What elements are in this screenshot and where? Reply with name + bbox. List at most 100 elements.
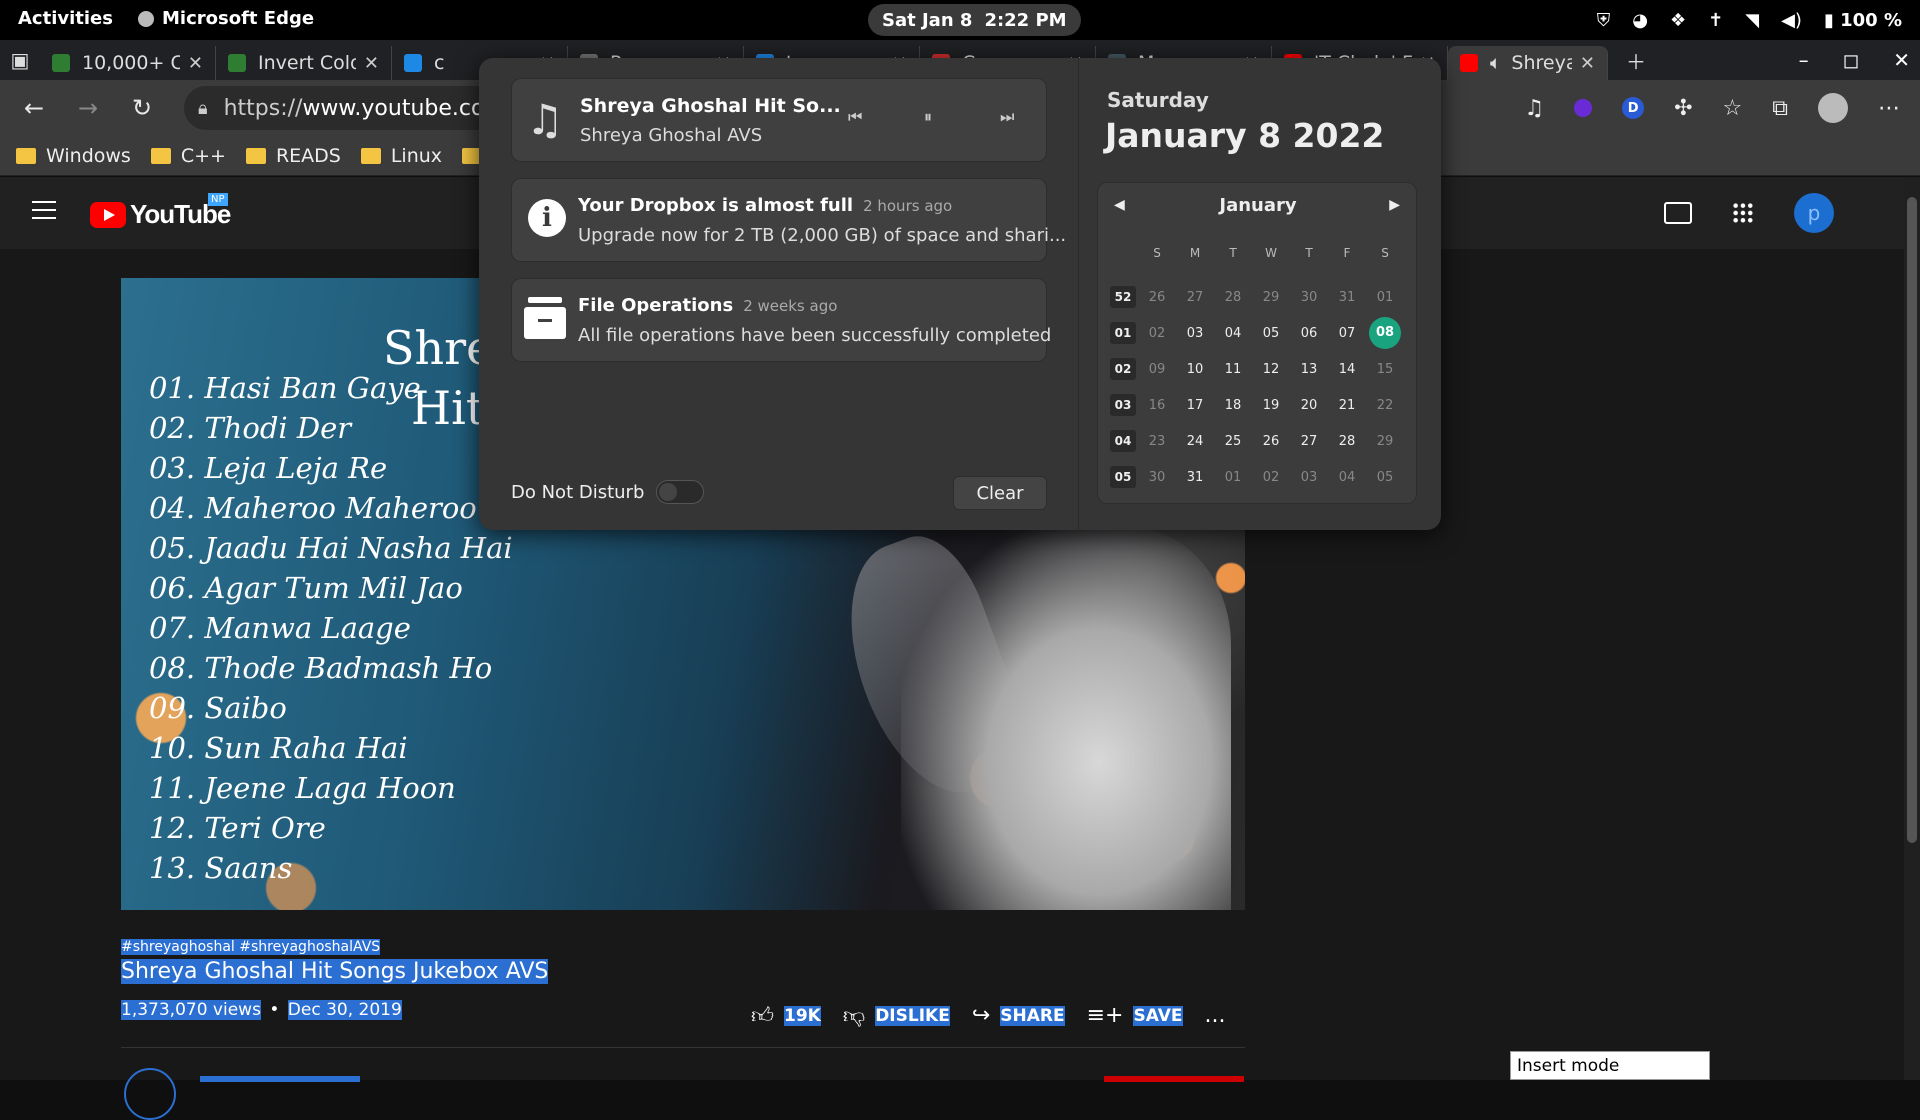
- bookmark-folder[interactable]: C++: [150, 145, 226, 167]
- channel-name-selection[interactable]: [200, 1076, 360, 1082]
- tab-close-icon[interactable]: ✕: [188, 53, 203, 74]
- calendar-day[interactable]: 28: [1214, 290, 1252, 305]
- calendar-day[interactable]: 02: [1252, 470, 1290, 485]
- clock-button[interactable]: Sat Jan 8 2:22 PM: [868, 4, 1081, 36]
- calendar-day[interactable]: 21: [1328, 398, 1366, 413]
- previous-track-icon[interactable]: ⏮︎: [848, 107, 862, 127]
- calendar-day[interactable]: 20: [1290, 398, 1328, 413]
- accessibility-icon[interactable]: ✝: [1708, 10, 1723, 31]
- calendar-day[interactable]: 16: [1138, 398, 1176, 413]
- calendar-day[interactable]: 17: [1176, 398, 1214, 413]
- tab-close-icon[interactable]: ✕: [1580, 53, 1595, 74]
- apps-grid-icon[interactable]: [1732, 202, 1754, 224]
- calendar-day[interactable]: 26: [1252, 434, 1290, 449]
- next-month-icon[interactable]: ▶: [1389, 197, 1400, 213]
- calendar-day[interactable]: 31: [1176, 470, 1214, 485]
- next-track-icon[interactable]: ⏭︎: [1000, 107, 1014, 127]
- forward-icon[interactable]: →: [68, 88, 108, 128]
- calendar-day[interactable]: 12: [1252, 362, 1290, 377]
- shield-icon[interactable]: ⛨: [1597, 10, 1611, 31]
- calendar-day[interactable]: 14: [1328, 362, 1366, 377]
- tab-audio-icon[interactable]: 🔈︎: [1490, 52, 1501, 74]
- system-tray[interactable]: ⛨ ◕ ❖ ✝ ◥ ◀) ▮ 100 %: [1597, 0, 1902, 40]
- calendar-day[interactable]: 30: [1138, 470, 1176, 485]
- favorites-icon[interactable]: ☆: [1723, 96, 1743, 121]
- create-video-icon[interactable]: [1664, 202, 1692, 224]
- calendar-day[interactable]: 05: [1252, 326, 1290, 341]
- calendar-day[interactable]: 22: [1366, 398, 1404, 413]
- channel-avatar[interactable]: [124, 1068, 176, 1120]
- discord-icon[interactable]: ◕: [1632, 10, 1648, 31]
- browser-tab[interactable]: 10,000+ Co ✕: [40, 46, 216, 80]
- notification-file-operations[interactable]: File Operations 2 weeks ago All file oper…: [511, 278, 1051, 362]
- profile-avatar[interactable]: [1818, 93, 1848, 123]
- dislike-button[interactable]: 👎︎ DISLIKE: [843, 1002, 950, 1029]
- calendar-day[interactable]: 04: [1214, 326, 1252, 341]
- account-avatar[interactable]: p: [1794, 193, 1834, 233]
- minimize-icon[interactable]: –: [1799, 48, 1809, 72]
- notification-dropbox[interactable]: i Your Dropbox is almost full 2 hours ago…: [511, 178, 1066, 262]
- bookmark-folder[interactable]: READS: [245, 145, 341, 167]
- browser-tab[interactable]: 🔈︎ Shreya ✕: [1448, 46, 1608, 80]
- like-button[interactable]: 👍︎ 19K: [751, 1002, 821, 1029]
- calendar-day[interactable]: 09: [1138, 362, 1176, 377]
- calendar-day[interactable]: 29: [1366, 434, 1404, 449]
- extension-purple-icon[interactable]: [1574, 99, 1593, 117]
- calendar-day[interactable]: 28: [1328, 434, 1366, 449]
- do-not-disturb-toggle[interactable]: [656, 480, 705, 504]
- pause-icon[interactable]: ⏸︎: [924, 107, 932, 127]
- calendar-day[interactable]: 29: [1252, 290, 1290, 305]
- battery-indicator[interactable]: ▮ 100 %: [1824, 10, 1902, 31]
- calendar-day[interactable]: 03: [1176, 326, 1214, 341]
- new-tab-icon[interactable]: ＋: [1616, 40, 1656, 80]
- calendar-day[interactable]: 24: [1176, 434, 1214, 449]
- calendar-day[interactable]: 23: [1138, 434, 1176, 449]
- volume-icon[interactable]: ◀): [1781, 10, 1802, 31]
- calendar-day[interactable]: 10: [1176, 362, 1214, 377]
- calendar-day[interactable]: 30: [1290, 290, 1328, 305]
- hashtags[interactable]: #shreyaghoshal #shreyaghoshalAVS: [121, 939, 381, 955]
- save-button[interactable]: ≡+ SAVE: [1087, 1003, 1183, 1028]
- calendar-day[interactable]: 27: [1176, 290, 1214, 305]
- calendar-day[interactable]: 11: [1214, 362, 1252, 377]
- lock-icon[interactable]: 🔒︎: [198, 98, 208, 119]
- tab-close-icon[interactable]: ✕: [364, 53, 379, 74]
- calendar-day[interactable]: 13: [1290, 362, 1328, 377]
- page-scrollbar[interactable]: [1904, 177, 1920, 1080]
- subscribe-button[interactable]: [1104, 1076, 1244, 1082]
- music-icon[interactable]: ♫: [1524, 96, 1544, 121]
- reload-icon[interactable]: ↻: [122, 88, 162, 128]
- clear-notifications-button[interactable]: Clear: [953, 476, 1047, 510]
- youtube-logo[interactable]: YouTube NP: [90, 193, 231, 230]
- extensions-puzzle-icon[interactable]: ✣: [1674, 96, 1692, 121]
- calendar-day[interactable]: 07: [1328, 326, 1366, 341]
- hamburger-menu-icon[interactable]: [32, 201, 56, 219]
- calendar-day[interactable]: 04: [1328, 470, 1366, 485]
- more-actions-button[interactable]: ...: [1205, 1003, 1226, 1028]
- calendar-day[interactable]: 18: [1214, 398, 1252, 413]
- share-button[interactable]: ↪ SHARE: [972, 1003, 1065, 1028]
- calendar-day[interactable]: 31: [1328, 290, 1366, 305]
- calendar-day[interactable]: 15: [1366, 362, 1404, 377]
- calendar-day[interactable]: 25: [1214, 434, 1252, 449]
- calendar-day[interactable]: 19: [1252, 398, 1290, 413]
- calendar-day[interactable]: 03: [1290, 470, 1328, 485]
- close-window-icon[interactable]: ✕: [1893, 48, 1910, 72]
- calendar-day[interactable]: 01: [1366, 290, 1404, 305]
- calendar-day[interactable]: 27: [1290, 434, 1328, 449]
- app-menu[interactable]: Microsoft Edge: [138, 8, 314, 29]
- extension-d-icon[interactable]: D: [1622, 97, 1645, 119]
- media-player-card[interactable]: ♫ Shreya Ghoshal Hit So... Shreya Ghosha…: [511, 78, 1047, 162]
- calendar-day[interactable]: 06: [1290, 326, 1328, 341]
- more-menu-icon[interactable]: ⋯: [1878, 96, 1900, 121]
- calendar-today[interactable]: 08: [1366, 317, 1404, 349]
- calendar-day[interactable]: 05: [1366, 470, 1404, 485]
- back-icon[interactable]: ←: [14, 88, 54, 128]
- dropbox-icon[interactable]: ❖: [1670, 10, 1686, 31]
- calendar-day[interactable]: 02: [1138, 326, 1176, 341]
- bookmark-folder[interactable]: Linux: [360, 145, 442, 167]
- calendar-day[interactable]: 01: [1214, 470, 1252, 485]
- collections-icon[interactable]: ⧉: [1772, 96, 1788, 121]
- tab-actions-icon[interactable]: ▣: [0, 40, 40, 80]
- wifi-icon[interactable]: ◥: [1745, 10, 1759, 31]
